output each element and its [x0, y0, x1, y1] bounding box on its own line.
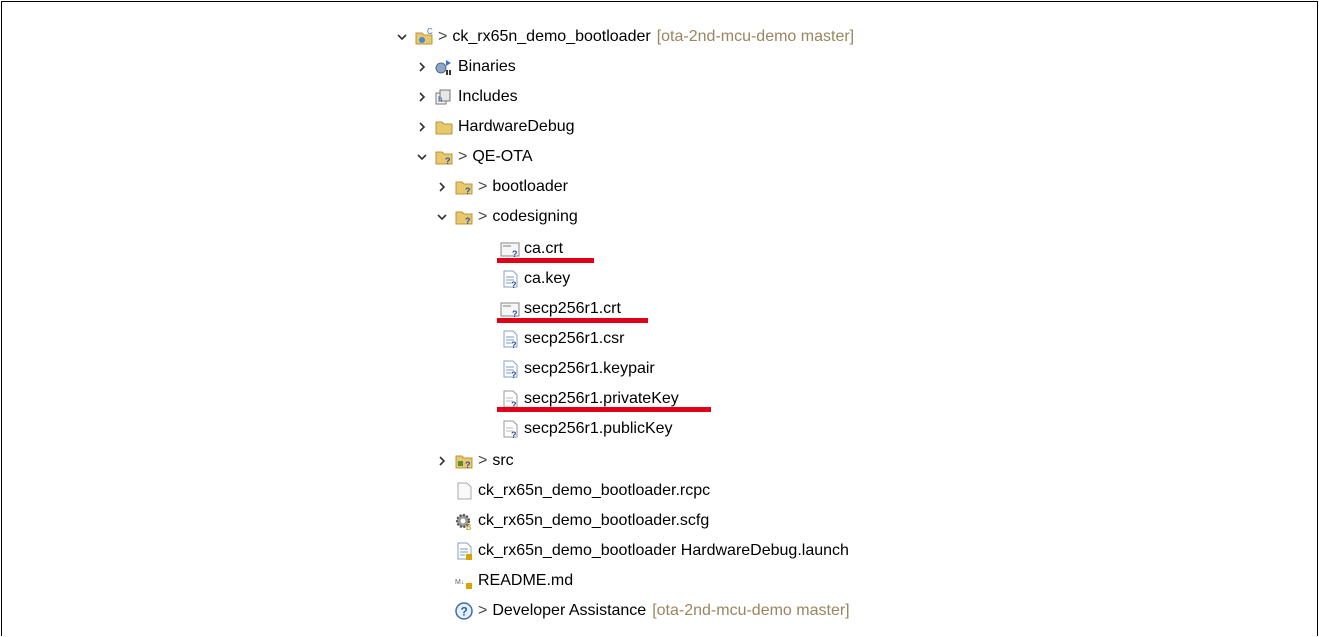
folder-unversioned-icon: ? [454, 177, 474, 197]
tree-item-hardwaredebug[interactable]: HardwareDebug [414, 112, 575, 142]
tree-item-qe-ota[interactable]: ? > QE-OTA [414, 142, 533, 172]
tree-item-binaries[interactable]: Binaries [414, 52, 516, 82]
tree-item-includes[interactable]: h Includes [414, 82, 518, 112]
tree-item-bootloader[interactable]: ? > bootloader [434, 172, 568, 202]
tree-item-label: secp256r1.crt [524, 300, 621, 317]
launch-file-icon [454, 541, 474, 561]
git-branch-decoration: [ota-2nd-mcu-demo master] [652, 602, 850, 619]
svg-text:?: ? [465, 216, 471, 226]
svg-text:C: C [427, 27, 433, 36]
chevron-right-icon[interactable] [414, 59, 430, 75]
project-icon: C [414, 27, 434, 47]
tree-item-launch-file[interactable]: ck_rx65n_demo_bootloader HardwareDebug.l… [454, 536, 849, 566]
svg-text:h: h [438, 95, 442, 104]
generic-file-unversioned-icon: ? [500, 389, 520, 409]
tree-item-label: QE-OTA [472, 148, 533, 165]
tree-item-label: ca.key [524, 270, 571, 287]
tree-item-rcpc-file[interactable]: ck_rx65n_demo_bootloader.rcpc [454, 476, 710, 506]
tree-item-label: Includes [458, 88, 518, 105]
git-change-marker: > [478, 452, 488, 469]
svg-text:?: ? [465, 460, 471, 470]
tree-item-label: README.md [478, 572, 574, 589]
tree-item-src[interactable]: ? > src [434, 446, 514, 476]
tree-root-project[interactable]: C > ck_rx65n_demo_bootloader [ota-2nd-mc… [394, 22, 854, 52]
tree-item-secp256r1-publickey[interactable]: ? secp256r1.publicKey [500, 414, 673, 444]
certificate-file-icon: ? [500, 299, 520, 319]
git-branch-decoration: [ota-2nd-mcu-demo master] [656, 28, 855, 45]
highlight-underline-ca-crt [497, 258, 594, 263]
git-change-marker: > [438, 28, 448, 45]
tree-item-label: HardwareDebug [458, 118, 575, 135]
chevron-right-icon[interactable] [434, 179, 450, 195]
chevron-right-icon[interactable] [434, 453, 450, 469]
tree-item-label: ca.crt [524, 240, 564, 257]
text-file-unversioned-icon: ? [500, 329, 520, 349]
certificate-file-icon: ? [500, 239, 520, 259]
tree-item-label: Binaries [458, 58, 516, 75]
tree-item-codesigning[interactable]: ? > codesigning [434, 202, 578, 232]
includes-icon: h [434, 87, 454, 107]
tree-item-label: secp256r1.privateKey [524, 390, 679, 407]
markdown-file-icon: M↓ [454, 571, 474, 591]
tree-item-readme[interactable]: M↓ README.md [454, 566, 573, 596]
rcpc-file-icon [454, 481, 474, 501]
svg-text:?: ? [445, 156, 451, 166]
tree-item-label: bootloader [492, 178, 568, 195]
svg-text:M↓: M↓ [455, 579, 464, 586]
tree-item-label: secp256r1.publicKey [524, 420, 673, 437]
tree-item-label: ck_rx65n_demo_bootloader [452, 28, 651, 45]
git-change-marker: > [478, 208, 488, 225]
text-file-unversioned-icon: ? [500, 269, 520, 289]
scfg-gear-icon: B [454, 511, 474, 531]
svg-text:?: ? [511, 340, 517, 349]
svg-text:?: ? [465, 186, 471, 196]
help-icon: ? [454, 601, 474, 621]
tree-item-secp256r1-keypair[interactable]: ? secp256r1.keypair [500, 354, 655, 384]
text-file-unversioned-icon: ? [500, 359, 520, 379]
highlight-underline-secp256r1-privatekey [497, 407, 711, 412]
tree-item-label: Developer Assistance [492, 602, 647, 619]
svg-text:?: ? [461, 605, 468, 619]
folder-unversioned-icon: ? [434, 147, 454, 167]
chevron-right-icon[interactable] [414, 119, 430, 135]
tree-item-label: ck_rx65n_demo_bootloader.scfg [478, 512, 710, 529]
tree-item-developer-assistance[interactable]: ? > Developer Assistance [ota-2nd-mcu-de… [454, 596, 850, 626]
git-change-marker: > [478, 178, 488, 195]
git-change-marker: > [458, 148, 468, 165]
source-folder-icon: ? [454, 451, 474, 471]
svg-text:?: ? [511, 370, 517, 379]
generic-file-unversioned-icon: ? [500, 419, 520, 439]
tree-item-label: ck_rx65n_demo_bootloader.rcpc [478, 482, 711, 499]
tree-item-secp256r1-csr[interactable]: ? secp256r1.csr [500, 324, 625, 354]
folder-unversioned-icon: ? [454, 207, 474, 227]
folder-icon [434, 117, 454, 137]
chevron-down-icon[interactable] [434, 209, 450, 225]
tree-item-label: ck_rx65n_demo_bootloader HardwareDebug.l… [478, 542, 849, 559]
tree-item-label: src [492, 452, 514, 469]
svg-text:B: B [466, 523, 471, 531]
svg-text:?: ? [511, 430, 517, 439]
chevron-right-icon[interactable] [414, 89, 430, 105]
git-change-marker: > [478, 602, 488, 619]
tree-item-scfg-file[interactable]: B ck_rx65n_demo_bootloader.scfg [454, 506, 709, 536]
binaries-icon [434, 57, 454, 77]
tree-item-ca-key[interactable]: ? ca.key [500, 264, 570, 294]
tree-item-label: secp256r1.keypair [524, 360, 655, 377]
chevron-down-icon[interactable] [394, 29, 410, 45]
tree-item-label: codesigning [492, 208, 578, 225]
chevron-down-icon[interactable] [414, 149, 430, 165]
highlight-underline-secp256r1-crt [497, 318, 648, 323]
svg-text:?: ? [511, 280, 517, 289]
tree-item-label: secp256r1.csr [524, 330, 625, 347]
